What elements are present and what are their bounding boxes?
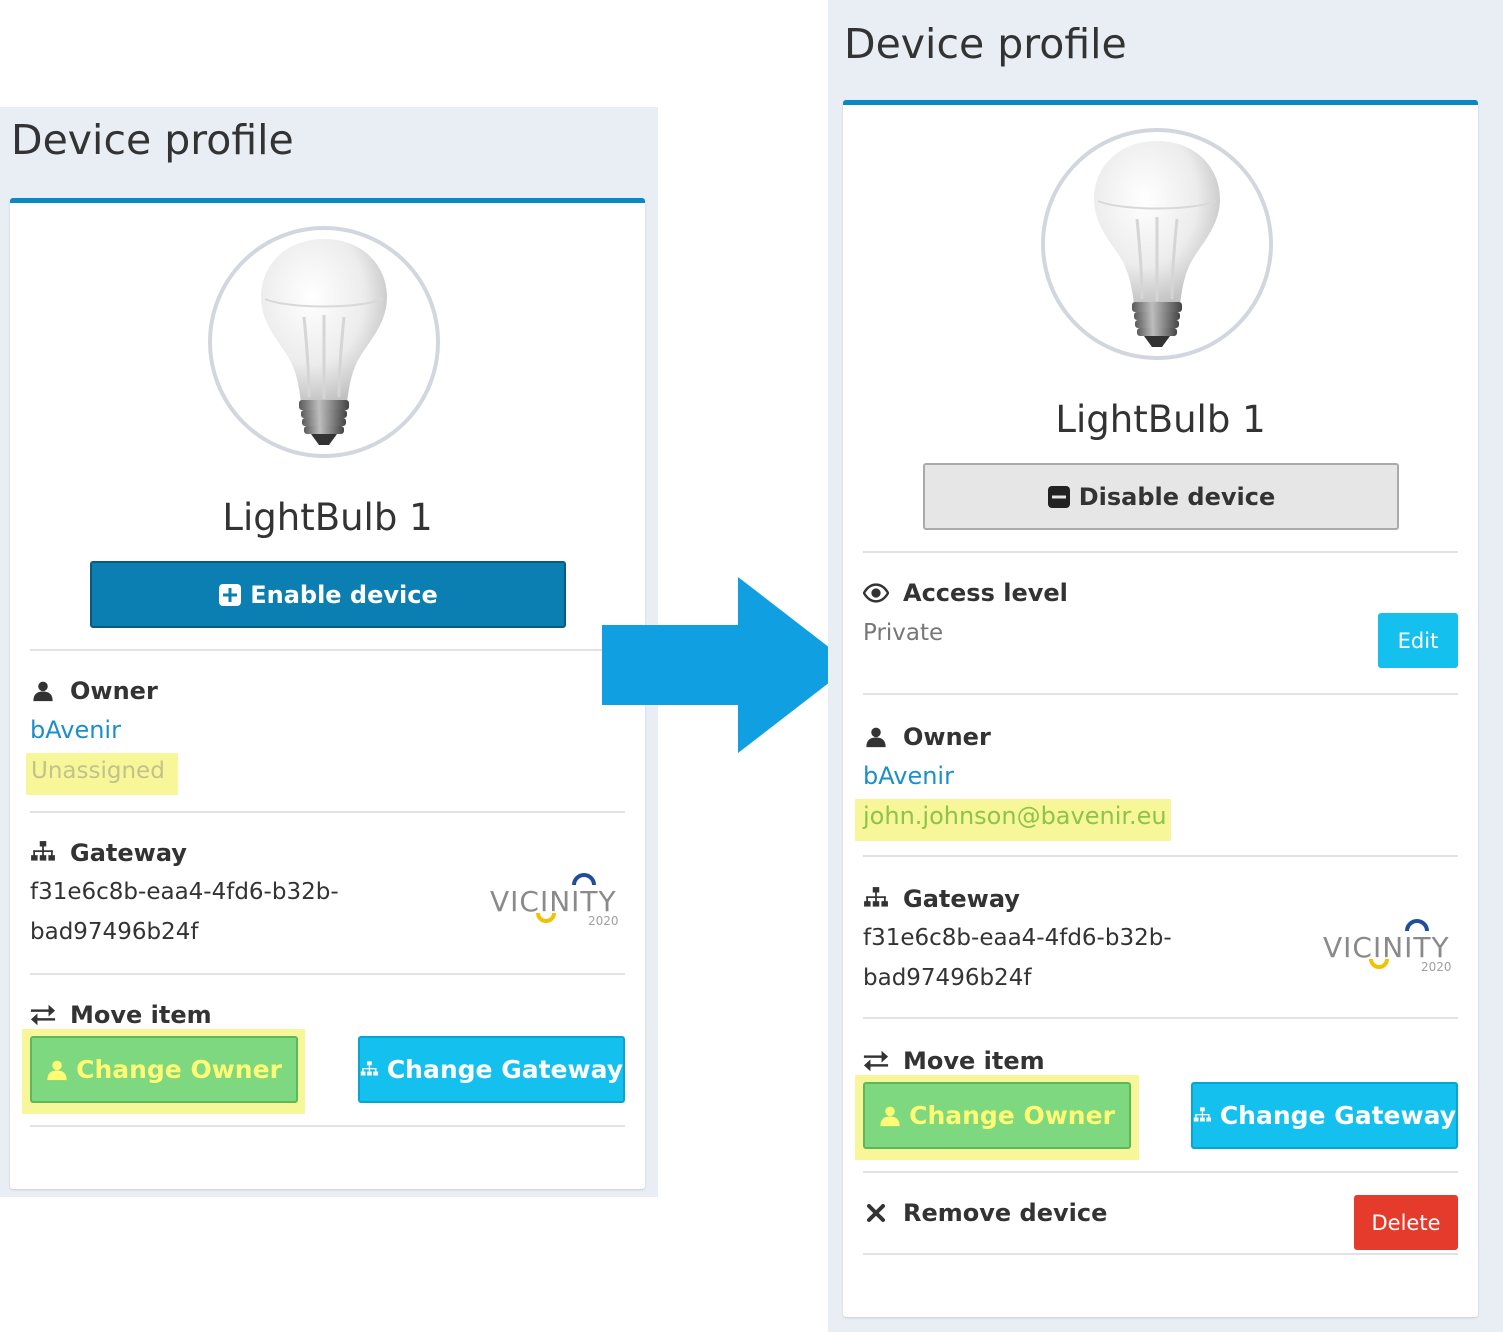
- enable-device-label: Enable device: [250, 580, 438, 609]
- page-title: Device profile: [844, 20, 1127, 68]
- divider: [30, 811, 625, 813]
- divider: [30, 973, 625, 975]
- move-item-label: Move item: [70, 1001, 212, 1029]
- owner-heading: Owner: [30, 677, 158, 705]
- lightbulb-image: [1092, 139, 1222, 349]
- edit-label: Edit: [1397, 628, 1439, 653]
- svg-text:2020: 2020: [588, 914, 619, 928]
- right-arrow-icon: [602, 577, 852, 753]
- divider: [863, 1017, 1458, 1019]
- owner-heading: Owner: [863, 723, 991, 751]
- change-gateway-button[interactable]: Change Gateway: [358, 1036, 625, 1103]
- svg-text:2020: 2020: [1421, 960, 1452, 974]
- exchange-icon: [863, 1049, 889, 1073]
- device-profile-card-before: LightBulb 1 Enable device Owner bAvenir …: [10, 198, 645, 1189]
- gateway-label: Gateway: [70, 839, 187, 867]
- divider: [863, 1171, 1458, 1173]
- disable-device-label: Disable device: [1078, 482, 1276, 511]
- delete-label: Delete: [1371, 1210, 1441, 1235]
- access-level-value: Private: [863, 620, 944, 646]
- minus-square-icon: [1047, 485, 1071, 509]
- lightbulb-image: [259, 237, 389, 447]
- owner-label: Owner: [70, 677, 158, 705]
- device-avatar: [1041, 128, 1273, 360]
- move-item-heading: Move item: [863, 1047, 1045, 1075]
- owner-organisation-link[interactable]: bAvenir: [30, 716, 121, 744]
- divider: [30, 649, 625, 651]
- owner-user-link[interactable]: john.johnson@bavenir.eu: [863, 802, 1167, 830]
- exchange-icon: [30, 1003, 56, 1027]
- device-name: LightBulb 1: [1055, 398, 1266, 441]
- move-item-heading: Move item: [30, 1001, 212, 1029]
- divider: [30, 1125, 625, 1127]
- owner-label: Owner: [903, 723, 991, 751]
- change-owner-button[interactable]: Change Owner: [30, 1036, 298, 1103]
- change-owner-label: Change Owner: [76, 1055, 282, 1084]
- change-owner-button[interactable]: Change Owner: [863, 1082, 1131, 1149]
- access-level-label: Access level: [903, 579, 1068, 607]
- delete-device-button[interactable]: Delete: [1354, 1195, 1458, 1250]
- gateway-id-line2: bad97496b24f: [863, 965, 1032, 991]
- divider: [863, 855, 1458, 857]
- gateway-id-line1: f31e6c8b-eaa4-4fd6-b32b-: [863, 925, 1172, 951]
- disable-device-button[interactable]: Disable device: [923, 463, 1399, 530]
- move-item-label: Move item: [903, 1047, 1045, 1075]
- owner-user-value: Unassigned: [31, 758, 165, 784]
- change-gateway-label: Change Gateway: [386, 1055, 623, 1084]
- remove-device-heading: Remove device: [863, 1199, 1107, 1227]
- sitemap-icon: [863, 886, 889, 912]
- change-gateway-label: Change Gateway: [1219, 1101, 1456, 1130]
- plus-square-icon: [218, 583, 242, 607]
- gateway-id-line1: f31e6c8b-eaa4-4fd6-b32b-: [30, 879, 339, 905]
- vicinity-logo: VICINITY 2020: [1323, 919, 1452, 974]
- user-icon: [46, 1059, 68, 1081]
- gateway-heading: Gateway: [30, 839, 187, 867]
- close-icon: [866, 1203, 886, 1223]
- user-icon: [32, 680, 54, 702]
- sitemap-icon: [360, 1057, 379, 1083]
- user-icon: [879, 1105, 901, 1127]
- edit-access-button[interactable]: Edit: [1378, 613, 1458, 668]
- eye-icon: [863, 583, 889, 603]
- gateway-id-line2: bad97496b24f: [30, 919, 199, 945]
- divider: [863, 551, 1458, 553]
- sitemap-icon: [1193, 1103, 1212, 1129]
- enable-device-button[interactable]: Enable device: [90, 561, 566, 628]
- gateway-heading: Gateway: [863, 885, 1020, 913]
- owner-organisation-link[interactable]: bAvenir: [863, 762, 954, 790]
- device-profile-card-after: LightBulb 1 Disable device Access level …: [843, 100, 1478, 1317]
- change-gateway-button[interactable]: Change Gateway: [1191, 1082, 1458, 1149]
- user-icon: [865, 726, 887, 748]
- device-avatar: [208, 226, 440, 458]
- sitemap-icon: [30, 840, 56, 866]
- remove-device-label: Remove device: [903, 1199, 1108, 1227]
- device-name: LightBulb 1: [222, 496, 433, 539]
- change-owner-label: Change Owner: [909, 1101, 1115, 1130]
- divider: [863, 693, 1458, 695]
- divider: [863, 1253, 1458, 1255]
- page-title: Device profile: [11, 116, 294, 164]
- access-level-heading: Access level: [863, 579, 1068, 607]
- vicinity-logo: VICINITY 2020: [490, 873, 619, 928]
- gateway-label: Gateway: [903, 885, 1020, 913]
